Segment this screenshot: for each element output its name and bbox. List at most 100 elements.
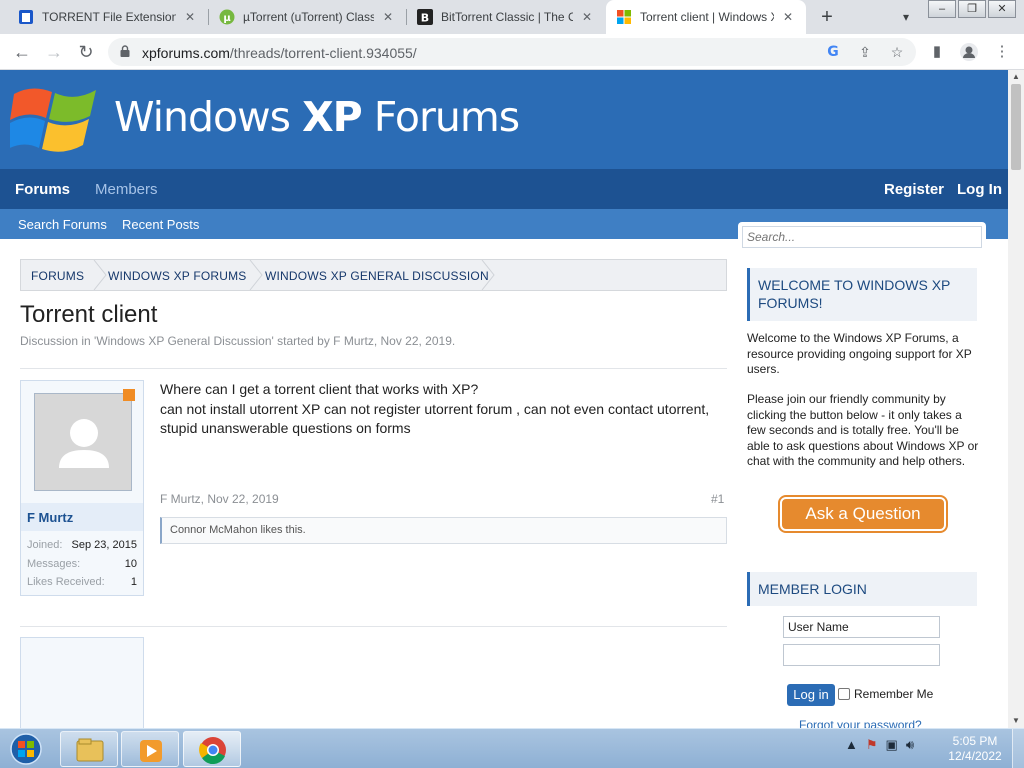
system-tray: ▲ ⚑ ▣ 🔊︎	[845, 737, 914, 753]
nav-login[interactable]: Log In	[957, 181, 1002, 198]
chrome-icon	[199, 737, 226, 765]
restore-icon[interactable]: ❐	[958, 0, 986, 18]
minimize-icon[interactable]: –	[928, 0, 956, 18]
close-tab-icon[interactable]: ✕	[579, 10, 595, 24]
browser-toolbar: ← → ↻ xpforums.com/threads/torrent-clien…	[0, 34, 1024, 70]
post-author-date[interactable]: F Murtz, Nov 22, 2019	[160, 492, 279, 506]
divider	[20, 368, 727, 369]
share-icon[interactable]: ⇪	[856, 43, 874, 61]
search-box	[738, 222, 986, 254]
scroll-down-icon[interactable]: ▼	[1008, 714, 1024, 728]
bittorrent-icon: B	[417, 9, 433, 25]
login-button[interactable]: Log in	[787, 684, 835, 706]
close-tab-icon[interactable]: ✕	[380, 10, 396, 24]
stat-likes-received: Likes Received: 1	[27, 576, 137, 588]
scroll-thumb[interactable]	[1011, 84, 1021, 170]
avatar[interactable]	[34, 393, 132, 491]
ask-question-button[interactable]: Ask a Question	[780, 497, 946, 531]
start-button-icon[interactable]	[8, 732, 44, 766]
default-avatar-icon	[59, 419, 109, 468]
welcome-heading: WELCOME TO WINDOWS XP FORUMS!	[747, 268, 977, 321]
remember-me-label: Remember Me	[854, 687, 934, 701]
post-line: Where can I get a torrent client that wo…	[160, 381, 479, 397]
profile-avatar-icon[interactable]	[959, 42, 979, 62]
window-controls: – ❐ ✕	[926, 0, 1016, 18]
username-field[interactable]: User Name	[783, 616, 940, 638]
file-icon	[18, 9, 34, 25]
bookmark-star-icon[interactable]: ☆	[888, 43, 906, 61]
tab-strip: TORRENT File Extension - ✕ µ µTorrent (u…	[0, 0, 1024, 34]
password-field[interactable]	[783, 644, 940, 666]
nav-register[interactable]: Register	[884, 181, 944, 198]
show-hidden-icons-icon[interactable]: ▲	[845, 737, 858, 753]
media-player-icon	[140, 740, 162, 762]
breadcrumb: FORUMS WINDOWS XP FORUMS WINDOWS XP GENE…	[20, 259, 727, 291]
taskbar-chrome[interactable]	[183, 731, 241, 767]
nav-members[interactable]: Members	[95, 181, 158, 198]
tab-utorrent-classic[interactable]: µ µTorrent (uTorrent) Classi ✕	[209, 0, 406, 34]
subnav-recent-posts[interactable]: Recent Posts	[122, 217, 199, 232]
breadcrumb-forums[interactable]: FORUMS	[31, 269, 84, 283]
tab-torrent-client[interactable]: Torrent client | Windows X ✕	[606, 0, 806, 34]
stat-messages: Messages: 10	[27, 558, 137, 570]
divider	[20, 626, 727, 627]
thread-meta: Discussion in 'Windows XP General Discus…	[20, 334, 456, 348]
vertical-scrollbar[interactable]: ▲ ▼	[1008, 70, 1024, 728]
menu-kebab-icon[interactable]: ⋮	[992, 42, 1012, 62]
welcome-text-1: Welcome to the Windows XP Forums, a reso…	[747, 331, 972, 376]
search-input[interactable]	[742, 226, 982, 248]
breadcrumb-general-discussion[interactable]: WINDOWS XP GENERAL DISCUSSION	[265, 269, 489, 283]
side-panel-icon[interactable]: ▮	[927, 42, 947, 62]
close-window-icon[interactable]: ✕	[988, 0, 1016, 18]
reload-icon[interactable]: ↻	[74, 40, 98, 64]
back-arrow-icon[interactable]: ←	[10, 40, 34, 64]
web-page: Windows XP Forums Forums Members Registe…	[0, 70, 1008, 728]
svg-text:B: B	[421, 12, 429, 25]
windows-xp-icon	[616, 9, 632, 25]
breadcrumb-chevron-icon	[249, 260, 263, 290]
show-desktop-button[interactable]	[1012, 729, 1024, 768]
tab-search-chevron-icon[interactable]: ▾	[894, 5, 918, 29]
next-post-user-card	[20, 637, 144, 728]
breadcrumb-chevron-icon	[481, 260, 495, 290]
post-line: can not install utorrent XP can not regi…	[160, 400, 710, 437]
remember-me[interactable]: Remember Me	[838, 687, 933, 701]
post-permalink[interactable]: #1	[711, 492, 724, 506]
breadcrumb-chevron-icon	[93, 260, 107, 290]
google-translate-icon[interactable]: G	[824, 43, 842, 61]
taskbar-explorer[interactable]	[60, 731, 118, 767]
tab-bittorrent-classic[interactable]: B BitTorrent Classic | The Of ✕	[407, 0, 605, 34]
post-author-name[interactable]: F Murtz	[21, 503, 143, 531]
network-icon[interactable]: ▣	[886, 737, 898, 753]
taskbar-media-player[interactable]	[121, 731, 179, 767]
site-header: Windows XP Forums	[0, 70, 1008, 169]
online-badge-icon	[123, 389, 135, 401]
action-center-flag-icon[interactable]: ⚑	[866, 737, 878, 753]
windows-flag-logo-icon[interactable]	[10, 78, 100, 158]
breadcrumb-windows-xp-forums[interactable]: WINDOWS XP FORUMS	[108, 269, 247, 283]
tab-torrent-file-extension[interactable]: TORRENT File Extension - ✕	[8, 0, 208, 34]
subnav-search-forums[interactable]: Search Forums	[18, 217, 107, 232]
clock-time: 5:05 PM	[952, 734, 998, 748]
forward-arrow-icon[interactable]: →	[42, 40, 66, 64]
remember-me-checkbox[interactable]	[838, 688, 850, 700]
welcome-text-2: Please join our friendly community by cl…	[747, 392, 979, 468]
volume-icon[interactable]: 🔊︎	[906, 737, 914, 753]
likes-summary[interactable]: Connor McMahon likes this.	[160, 517, 727, 544]
scroll-up-icon[interactable]: ▲	[1008, 70, 1024, 84]
site-logo-text[interactable]: Windows XP Forums	[114, 93, 520, 141]
page-title: Torrent client	[20, 301, 158, 328]
forgot-password-link[interactable]: Forgot your password?	[799, 718, 922, 728]
new-tab-icon[interactable]: +	[815, 5, 839, 29]
member-login-heading: MEMBER LOGIN	[747, 572, 977, 606]
address-bar[interactable]: xpforums.com/threads/torrent-client.9340…	[108, 38, 916, 66]
nav-forums[interactable]: Forums	[15, 181, 70, 198]
stat-joined: Joined: Sep 23, 2015	[27, 539, 137, 551]
close-tab-icon[interactable]: ✕	[780, 10, 796, 24]
close-tab-icon[interactable]: ✕	[182, 10, 198, 24]
post-user-card: F Murtz Joined: Sep 23, 2015 Messages: 10 …	[20, 380, 144, 596]
explorer-icon	[76, 738, 104, 762]
windows-taskbar: ▲ ⚑ ▣ 🔊︎ 5:05 PM 12/4/2022	[0, 728, 1024, 768]
taskbar-clock[interactable]: 5:05 PM 12/4/2022	[942, 734, 1008, 764]
post-message: Where can I get a torrent client that wo…	[160, 380, 720, 439]
